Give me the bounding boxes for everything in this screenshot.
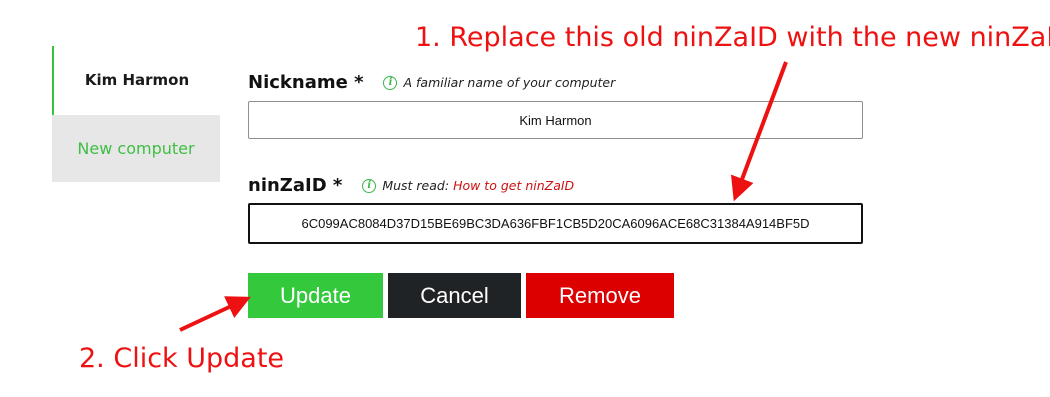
ninzaid-hint: Must read: xyxy=(382,178,450,193)
arrow-to-update-button xyxy=(179,296,251,332)
annotation-step-1: 1. Replace this old ninZaID with the new… xyxy=(415,22,1050,53)
ninzaid-input[interactable] xyxy=(248,203,863,244)
ninzaid-label-row: ninZaID * i Must read: How to get ninZaI… xyxy=(248,175,574,196)
sidebar-item-kim-harmon[interactable]: Kim Harmon xyxy=(52,46,220,115)
nickname-input[interactable] xyxy=(248,101,863,139)
annotation-step-2: 2. Click Update xyxy=(79,343,285,374)
cancel-button[interactable]: Cancel xyxy=(388,273,521,318)
sidebar: Kim Harmon New computer xyxy=(52,46,220,182)
info-icon: i xyxy=(383,75,398,90)
nickname-label: Nickname * xyxy=(248,72,364,93)
update-button[interactable]: Update xyxy=(248,273,383,318)
nickname-label-row: Nickname * i A familiar name of your com… xyxy=(248,72,615,93)
sidebar-item-new-computer[interactable]: New computer xyxy=(52,115,220,182)
how-to-get-ninzaid-link[interactable]: How to get ninZaID xyxy=(453,178,574,193)
sidebar-item-label: New computer xyxy=(77,139,195,158)
remove-button[interactable]: Remove xyxy=(526,273,674,318)
nickname-hint: A familiar name of your computer xyxy=(403,75,616,90)
info-icon: i xyxy=(362,178,377,193)
ninzaid-label: ninZaID * xyxy=(248,175,343,196)
sidebar-item-label: Kim Harmon xyxy=(84,70,190,89)
